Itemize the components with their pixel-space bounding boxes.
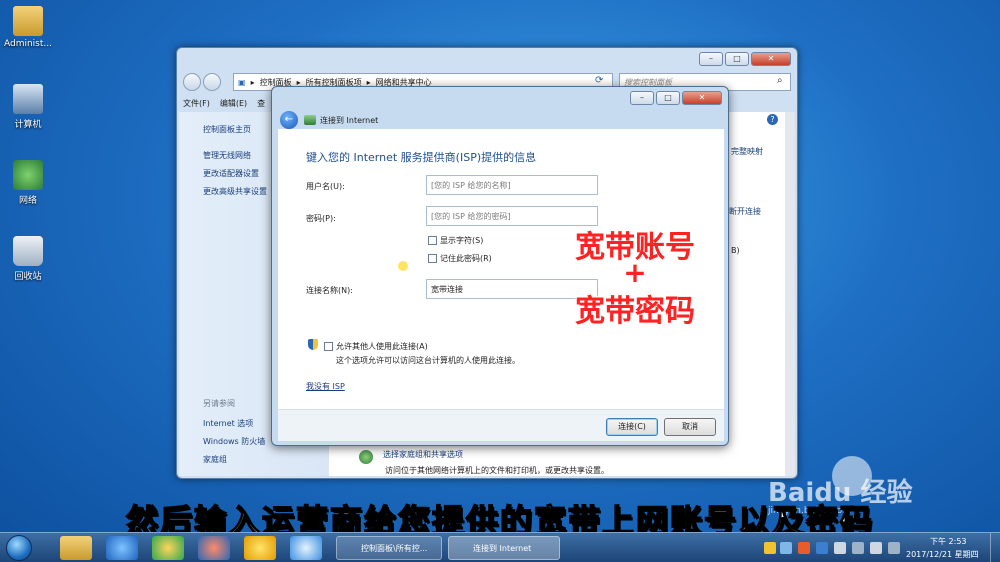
shield-icon xyxy=(308,339,318,350)
username-input[interactable]: [您的 ISP 给您的名称] xyxy=(426,175,598,195)
homegroup-desc: 访问位于其他网络计算机上的文件和打印机，或更改共享设置。 xyxy=(385,466,609,475)
dialog-window-controls: – □ ✕ xyxy=(630,91,722,105)
close-button[interactable]: ✕ xyxy=(751,52,791,66)
dialog-close-button[interactable]: ✕ xyxy=(682,91,722,105)
menu-file[interactable]: 文件(F) xyxy=(183,98,210,109)
sidebar-item-wireless[interactable]: 管理无线网络 xyxy=(203,150,251,161)
media-player-taskbar-icon[interactable] xyxy=(152,536,184,560)
content-fragment: B) xyxy=(731,246,740,255)
desktop-icon-label: 回收站 xyxy=(14,272,42,282)
sidebar-item-adapter[interactable]: 更改适配器设置 xyxy=(203,168,259,179)
ie-taskbar-icon[interactable] xyxy=(106,536,138,560)
username-label: 用户名(U): xyxy=(306,182,345,191)
allow-others-option[interactable]: 允许其他人使用此连接(A) xyxy=(324,341,428,352)
menu-view[interactable]: 查 xyxy=(257,98,265,109)
show-chars-label: 显示字符(S) xyxy=(440,236,484,245)
task-control-panel[interactable]: 控制面板\所有控... xyxy=(336,536,442,560)
tray-icon[interactable] xyxy=(816,542,828,554)
desktop-icon-admin[interactable]: Administ... xyxy=(0,6,56,49)
no-isp-link[interactable]: 我没有 ISP xyxy=(306,381,345,392)
refresh-icon[interactable]: ⟳ xyxy=(595,75,603,86)
app-taskbar-icon[interactable] xyxy=(198,536,230,560)
tray-icon[interactable] xyxy=(764,542,776,554)
app-taskbar-icon[interactable] xyxy=(244,536,276,560)
desktop-icon-computer[interactable]: 计算机 xyxy=(0,84,56,130)
connect-button[interactable]: 连接(C) xyxy=(606,418,658,436)
sidebar-home[interactable]: 控制面板主页 xyxy=(203,124,251,135)
window-controls: – □ ✕ xyxy=(699,52,791,66)
menu-bar: 文件(F) 编辑(E) 查 xyxy=(183,98,265,109)
tray-icon[interactable] xyxy=(780,542,792,554)
flag-icon[interactable] xyxy=(834,542,846,554)
taskbar: 控制面板\所有控... 连接到 Internet 下午 2:53 2017/12… xyxy=(0,532,1000,562)
desktop-icon-network[interactable]: 网络 xyxy=(0,160,56,206)
homegroup-icon xyxy=(359,450,373,464)
show-chars-option[interactable]: 显示字符(S) xyxy=(428,235,483,246)
full-map-link[interactable]: 完整映射 xyxy=(731,146,763,157)
cancel-button[interactable]: 取消 xyxy=(664,418,716,436)
remember-password-label: 记住此密码(R) xyxy=(440,254,492,263)
forward-button[interactable] xyxy=(203,73,221,91)
network-tray-icon[interactable] xyxy=(870,542,882,554)
allow-others-desc: 这个选项允许可以访问这台计算机的人使用此连接。 xyxy=(336,356,520,365)
show-chars-checkbox[interactable] xyxy=(428,236,437,245)
remember-password-option[interactable]: 记住此密码(R) xyxy=(428,253,492,264)
tray-icon[interactable] xyxy=(888,542,900,554)
computer-icon xyxy=(13,84,43,114)
task-connect-internet[interactable]: 连接到 Internet xyxy=(448,536,560,560)
dialog-back-button[interactable]: ← xyxy=(280,111,298,129)
dialog-minimize-button[interactable]: – xyxy=(630,91,654,105)
sidebar-item-internet-options[interactable]: Internet 选项 xyxy=(203,418,253,429)
volume-icon[interactable] xyxy=(852,542,864,554)
dialog-title: 连接到 Internet xyxy=(320,116,379,125)
recycle-bin-icon xyxy=(13,236,43,266)
password-label: 密码(P): xyxy=(306,214,336,223)
remember-password-checkbox[interactable] xyxy=(428,254,437,263)
clock-date[interactable]: 2017/12/21 星期四 xyxy=(906,549,979,560)
annotation-plus: + xyxy=(623,256,647,289)
sidebar-item-homegroup[interactable]: 家庭组 xyxy=(203,454,227,465)
menu-edit[interactable]: 编辑(E) xyxy=(220,98,247,109)
search-icon[interactable]: ⌕ xyxy=(777,75,783,86)
dialog-maximize-button[interactable]: □ xyxy=(656,91,680,105)
desktop-icon-recycle[interactable]: 回收站 xyxy=(0,236,56,282)
disconnect-link[interactable]: 断开连接 xyxy=(729,206,761,217)
minimize-button[interactable]: – xyxy=(699,52,723,66)
explorer-taskbar-icon[interactable] xyxy=(60,536,92,560)
clock-time[interactable]: 下午 2:53 xyxy=(930,536,967,547)
app-taskbar-icon[interactable] xyxy=(290,536,322,560)
mouse-cursor-icon xyxy=(398,261,408,271)
allow-others-label: 允许其他人使用此连接(A) xyxy=(336,342,428,351)
start-button[interactable] xyxy=(6,535,32,561)
see-also-heading: 另请参阅 xyxy=(203,399,235,408)
user-folder-icon xyxy=(13,6,43,36)
sidebar-item-sharing[interactable]: 更改高级共享设置 xyxy=(203,186,267,197)
scrollbar[interactable] xyxy=(785,112,795,476)
show-desktop-button[interactable] xyxy=(990,533,1000,562)
network-icon xyxy=(13,160,43,190)
dialog-footer: 连接(C) 取消 xyxy=(278,409,724,441)
connection-name-label: 连接名称(N): xyxy=(306,286,353,295)
allow-others-checkbox[interactable] xyxy=(324,342,333,351)
control-panel-icon: ▣ xyxy=(238,77,246,87)
desktop-icon-label: Administ... xyxy=(4,39,52,49)
annotation-password: 宽带密码 xyxy=(575,294,695,329)
help-icon[interactable]: ? xyxy=(767,114,778,125)
maximize-button[interactable]: □ xyxy=(725,52,749,66)
back-button[interactable] xyxy=(183,73,201,91)
sidebar-item-firewall[interactable]: Windows 防火墙 xyxy=(203,436,265,447)
dialog-heading: 键入您的 Internet 服务提供商(ISP)提供的信息 xyxy=(306,151,537,164)
desktop-icon-label: 网络 xyxy=(18,196,37,206)
homegroup-link[interactable]: 选择家庭组和共享选项 xyxy=(383,449,463,460)
desktop-icon-label: 计算机 xyxy=(14,120,42,130)
network-icon xyxy=(304,115,316,125)
tray-icon[interactable] xyxy=(798,542,810,554)
